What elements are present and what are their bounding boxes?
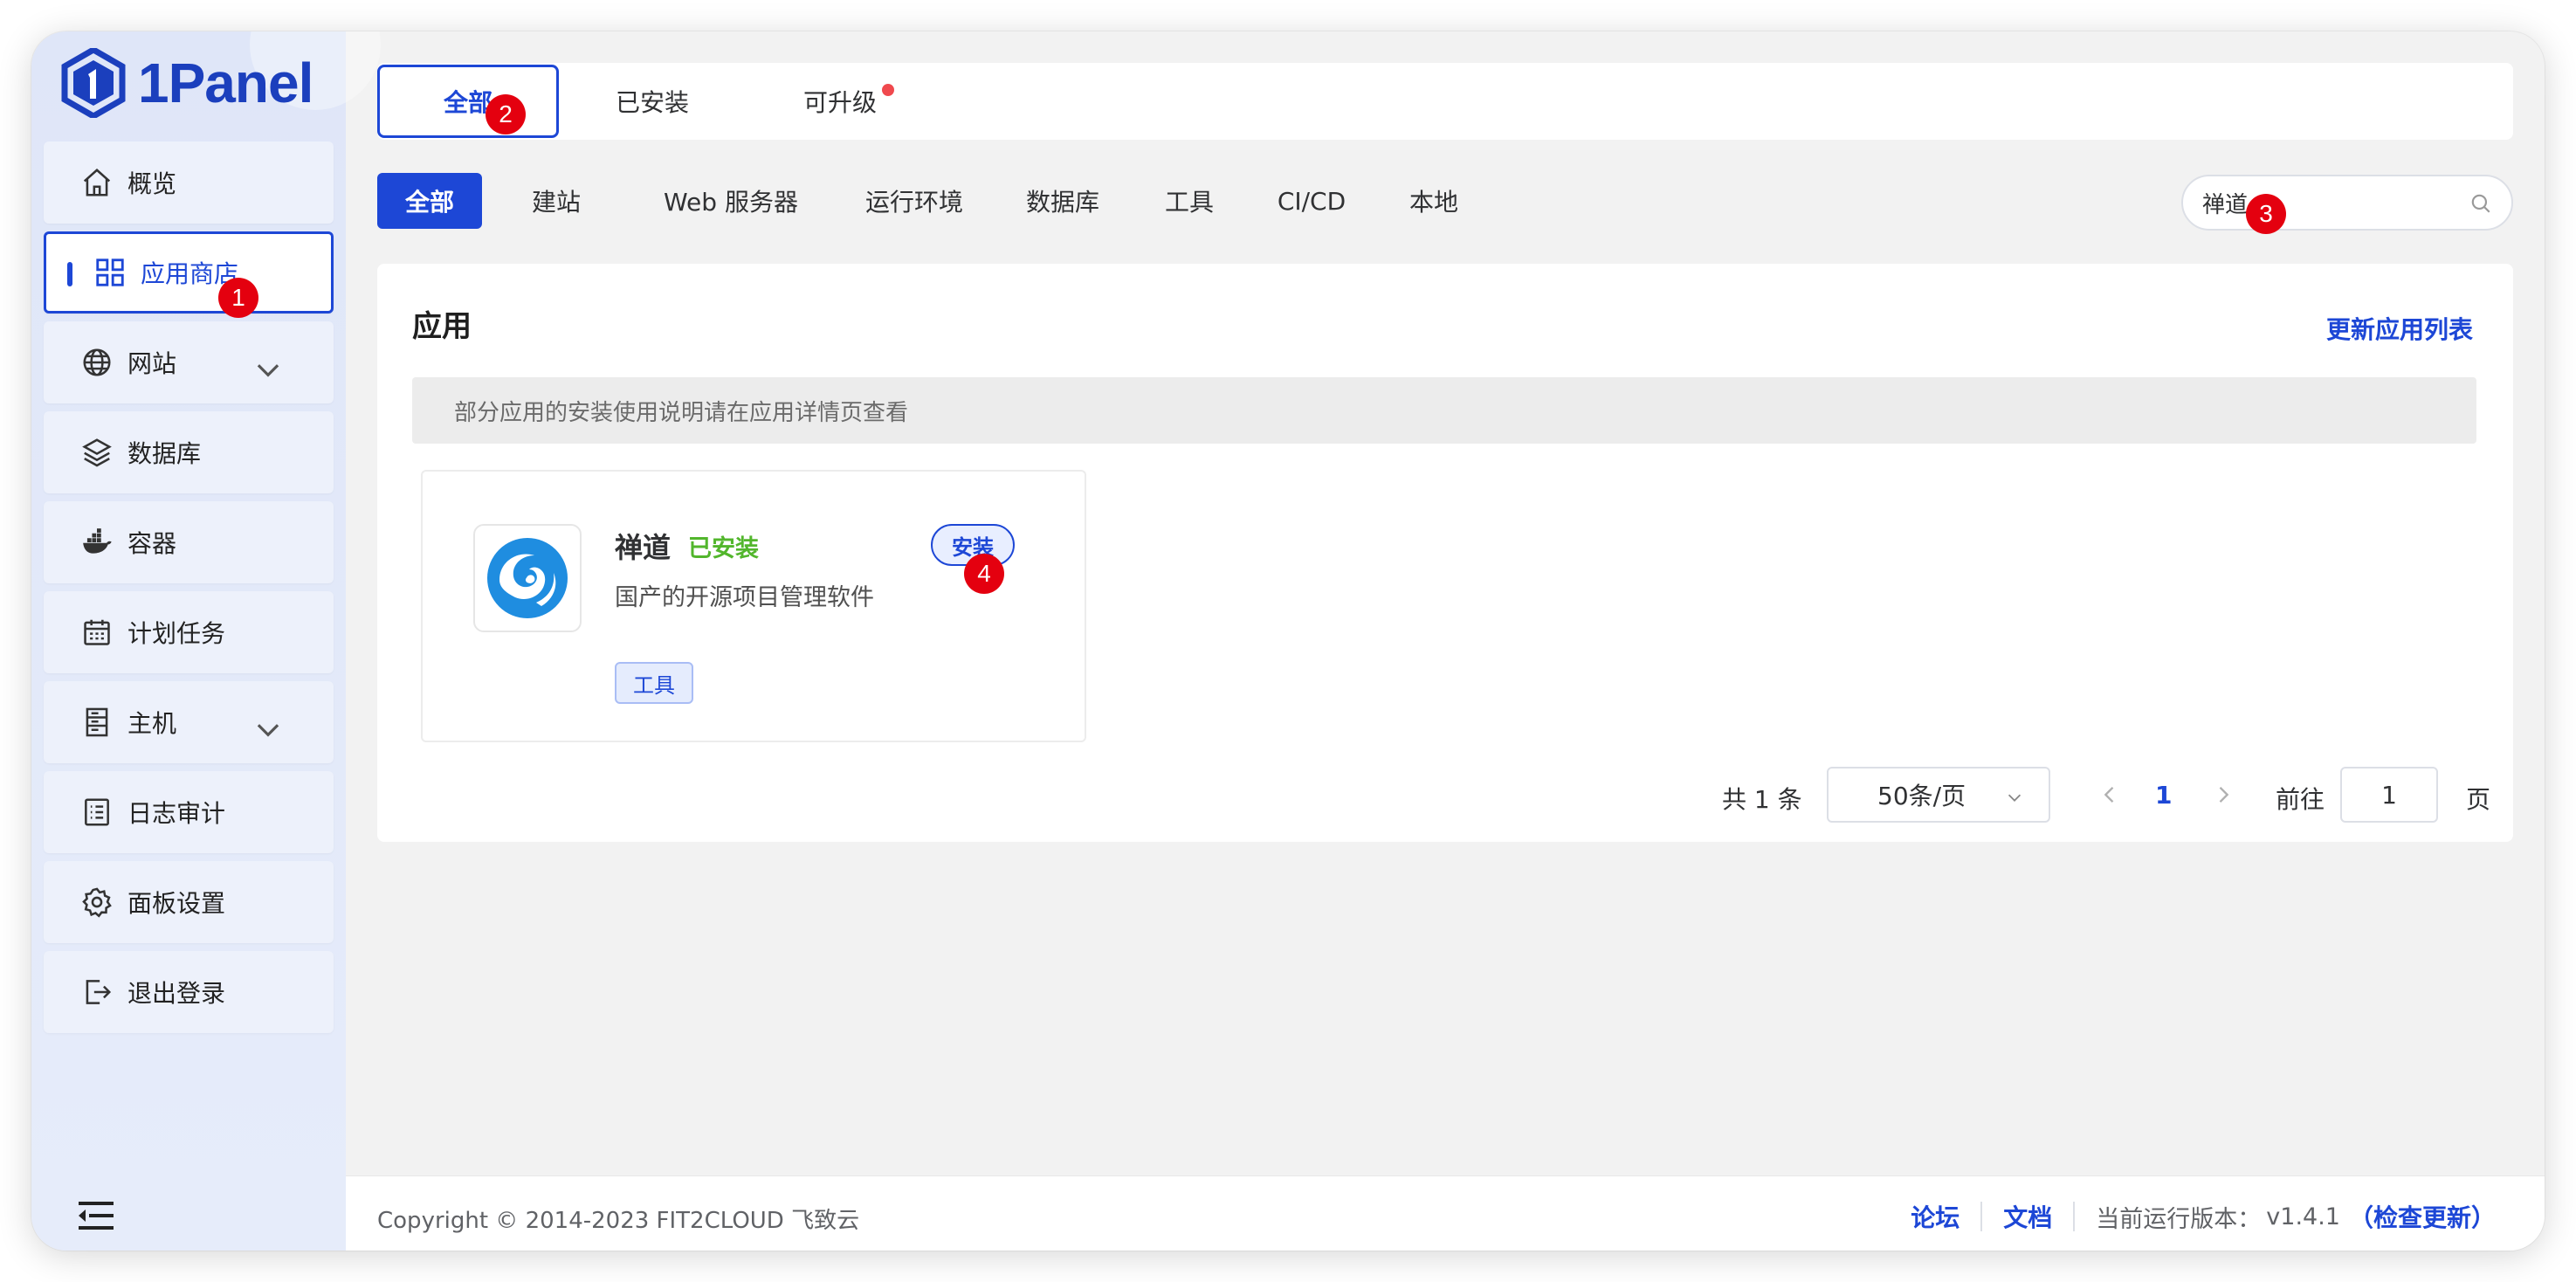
prev-page-icon[interactable]: [2097, 782, 2122, 807]
layers-icon: [82, 438, 112, 467]
search-box: [2181, 175, 2513, 231]
update-dot: [882, 84, 894, 96]
version-number: v1.4.1: [2266, 1203, 2340, 1230]
logo-icon: [61, 48, 126, 118]
sidebar-item-database[interactable]: 数据库: [44, 411, 334, 493]
goto-page-input[interactable]: [2340, 767, 2438, 823]
annotation-marker-1: 1: [218, 278, 258, 318]
app-list-card: 应用 更新应用列表 部分应用的安装使用说明请在应用详情页查看 禅道 已安装 安装…: [377, 264, 2513, 842]
check-update-link[interactable]: （检查更新）: [2349, 1199, 2496, 1234]
top-tab-bar: 全部 已安装 可升级: [377, 63, 2513, 140]
gear-icon: [82, 887, 112, 918]
search-icon[interactable]: [2469, 192, 2492, 215]
notice-banner: 部分应用的安装使用说明请在应用详情页查看: [412, 377, 2476, 444]
calendar-icon: [84, 619, 110, 645]
tab-all[interactable]: 全部: [377, 65, 559, 138]
home-icon: [83, 169, 111, 196]
forum-link[interactable]: 论坛: [1911, 1199, 1960, 1234]
main-area: 全部 已安装 可升级 全部 建站 Web 服务器 运行环境 数据库 工具 CI/…: [346, 31, 2545, 1251]
page-size-value: 50条/页: [1877, 782, 1966, 810]
app-card-zentao[interactable]: 禅道 已安装 安装 国产的开源项目管理软件 工具: [421, 470, 1086, 742]
pagination-total: 共 1 条: [1722, 785, 1802, 814]
current-page-number[interactable]: 1: [2155, 781, 2172, 810]
sidebar-item-label: 面板设置: [127, 889, 226, 918]
divider: [2073, 1202, 2076, 1231]
annotation-marker-4: 4: [964, 554, 1004, 594]
chevron-down-icon: [257, 724, 279, 737]
category-cicd[interactable]: CI/CD: [1259, 173, 1364, 229]
chevron-down-icon: [2008, 794, 2022, 802]
sidebar-item-overview[interactable]: 概览: [44, 141, 334, 224]
sidebar-item-container[interactable]: 容器: [44, 501, 334, 583]
footer-links: 论坛 文档 当前运行版本： v1.4.1 （检查更新）: [1911, 1199, 2496, 1234]
sidebar-item-label: 网站: [127, 349, 177, 378]
app-window: 1Panel 概览 应用商店 网站 数据库 容器 计划任务 主机 日志审计 面板…: [31, 31, 2545, 1251]
sidebar-item-host[interactable]: 主机: [44, 681, 334, 763]
zentao-logo-icon: [473, 524, 582, 632]
tab-upgradable[interactable]: 可升级: [753, 65, 927, 138]
sidebar-item-app-store[interactable]: 应用商店: [44, 231, 334, 314]
docs-link[interactable]: 文档: [2003, 1199, 2052, 1234]
logout-icon: [86, 980, 112, 1004]
category-website[interactable]: 建站: [508, 173, 604, 229]
sidebar-item-website[interactable]: 网站: [44, 321, 334, 403]
logo[interactable]: 1Panel: [61, 44, 313, 122]
goto-label: 前往: [2276, 785, 2325, 814]
status-badge: 已安装: [688, 535, 759, 562]
sidebar-menu: 概览 应用商店 网站 数据库 容器 计划任务 主机 日志审计 面板设置 退出登录: [44, 141, 334, 1041]
category-database[interactable]: 数据库: [1006, 173, 1119, 229]
page-size-select[interactable]: 50条/页: [1827, 767, 2050, 823]
logo-text: 1Panel: [138, 52, 313, 114]
docker-icon: [83, 528, 112, 554]
version-label: 当前运行版本：: [2096, 1205, 2262, 1233]
globe-icon: [83, 348, 111, 376]
footer: Copyright © 2014-2023 FIT2CLOUD 飞致云 论坛 文…: [346, 1175, 2545, 1251]
menu-collapse-icon[interactable]: [79, 1200, 114, 1231]
chevron-down-icon: [257, 364, 279, 377]
sidebar-item-label: 容器: [127, 529, 177, 558]
category-tools[interactable]: 工具: [1146, 173, 1233, 229]
tab-label: 可升级: [802, 88, 877, 117]
tab-installed[interactable]: 已安装: [587, 65, 718, 138]
refresh-app-list-link[interactable]: 更新应用列表: [2326, 311, 2473, 346]
sidebar-item-label: 概览: [127, 169, 177, 198]
app-description: 国产的开源项目管理软件: [615, 584, 874, 611]
annotation-marker-2: 2: [486, 94, 526, 134]
sidebar-item-label: 数据库: [127, 439, 202, 468]
sidebar: 1Panel 概览 应用商店 网站 数据库 容器 计划任务 主机 日志审计 面板…: [31, 31, 381, 1251]
category-web-server[interactable]: Web 服务器: [630, 173, 831, 229]
log-icon: [85, 798, 109, 826]
sidebar-item-settings[interactable]: 面板设置: [44, 861, 334, 943]
search-input[interactable]: [2202, 190, 2464, 216]
category-local[interactable]: 本地: [1390, 173, 1477, 229]
page-unit-label: 页: [2466, 785, 2491, 814]
sidebar-item-logout[interactable]: 退出登录: [44, 951, 334, 1033]
sidebar-item-label: 主机: [127, 709, 177, 738]
divider: [1980, 1202, 1983, 1231]
server-icon: [86, 707, 108, 737]
tab-label: 已安装: [615, 88, 689, 117]
pagination: 共 1 条 50条/页 1 前往 页: [377, 767, 2513, 823]
sidebar-item-label: 退出登录: [127, 979, 226, 1008]
category-runtime[interactable]: 运行环境: [849, 173, 980, 229]
next-page-icon[interactable]: [2211, 782, 2235, 807]
copyright-text: Copyright © 2014-2023 FIT2CLOUD 飞致云: [377, 1208, 860, 1234]
app-tag: 工具: [615, 662, 693, 704]
sidebar-item-log-audit[interactable]: 日志审计: [44, 771, 334, 853]
annotation-marker-3: 3: [2246, 194, 2286, 234]
sidebar-item-cron[interactable]: 计划任务: [44, 591, 334, 673]
category-all[interactable]: 全部: [377, 173, 482, 229]
page-title: 应用: [412, 309, 472, 344]
sidebar-item-label: 日志审计: [127, 799, 226, 828]
app-name: 禅道: [615, 531, 672, 564]
sidebar-item-label: 计划任务: [127, 619, 226, 648]
grid-icon: [96, 258, 124, 286]
